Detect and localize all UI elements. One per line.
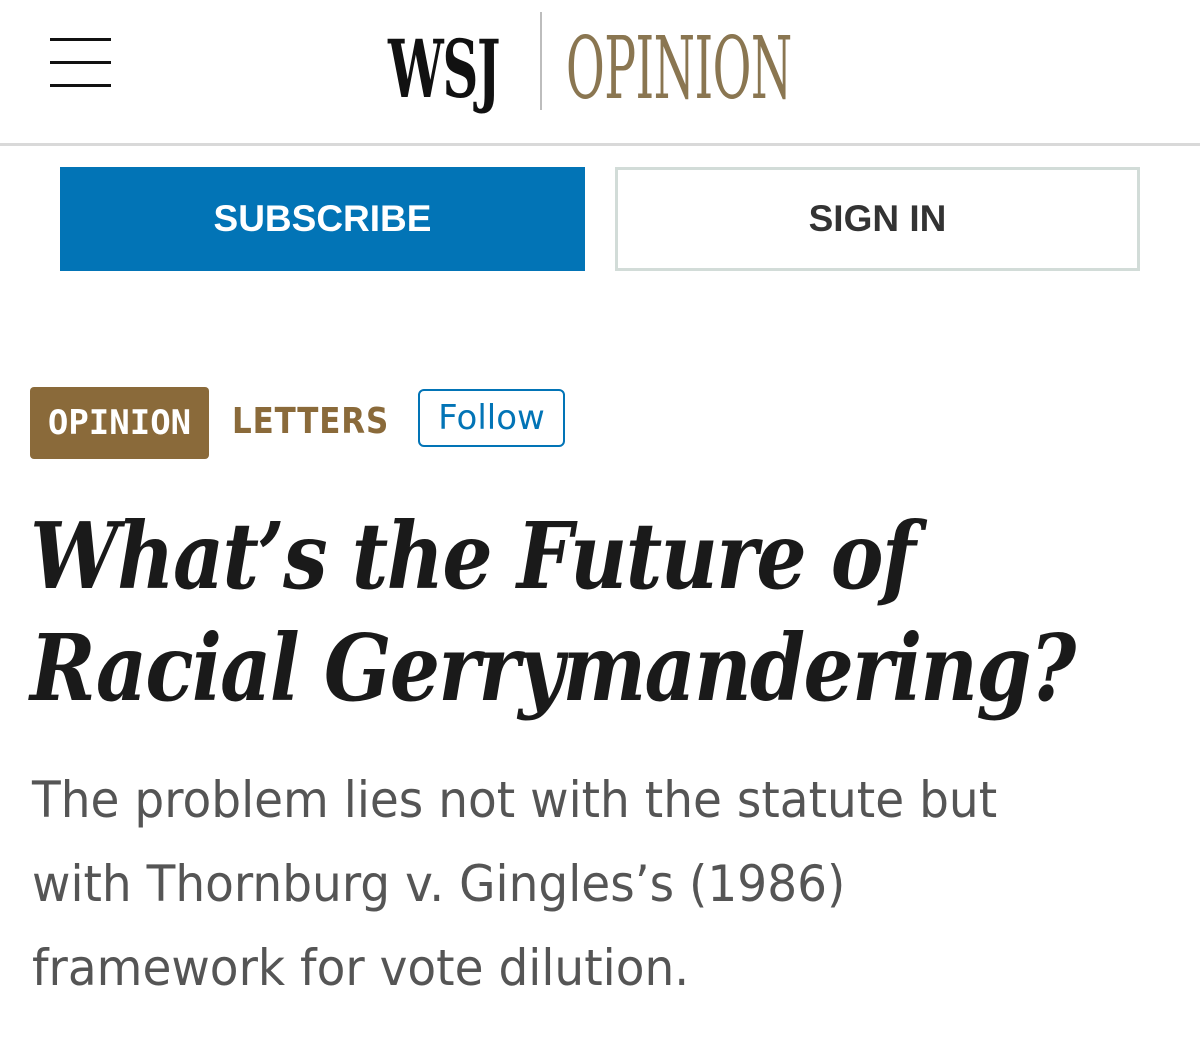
wsj-opinion-logo[interactable]: WSJ OPINION xyxy=(388,10,848,114)
dek-line: with Thornburg v. Gingles’s (1986) xyxy=(32,855,846,913)
logo-divider xyxy=(540,12,542,110)
dek-line: framework for vote dilution. xyxy=(32,939,690,997)
dek-line: The problem lies not with the statute bu… xyxy=(32,771,998,829)
opinion-section-badge[interactable]: OPINION xyxy=(30,387,209,459)
headline-line: Racial Gerrymandering? xyxy=(30,614,1076,722)
site-header: WSJ OPINION xyxy=(0,0,1200,146)
headline-line: What’s the Future of xyxy=(30,502,916,610)
letters-subsection-link[interactable]: LETTERS xyxy=(232,398,389,446)
sign-in-button[interactable]: SIGN IN xyxy=(615,167,1140,271)
menu-bar xyxy=(50,61,111,64)
follow-button[interactable]: Follow xyxy=(418,389,565,447)
menu-bar xyxy=(50,84,111,87)
article-headline: What’s the Future of Racial Gerrymanderi… xyxy=(30,500,1160,724)
article-dek: The problem lies not with the statute bu… xyxy=(32,758,1162,1010)
menu-bar xyxy=(50,38,111,41)
subscribe-button[interactable]: SUBSCRIBE xyxy=(60,167,585,271)
logo-opinion: OPINION xyxy=(566,19,792,119)
hamburger-menu-icon[interactable] xyxy=(50,38,111,88)
logo-wsj: WSJ xyxy=(388,22,501,116)
